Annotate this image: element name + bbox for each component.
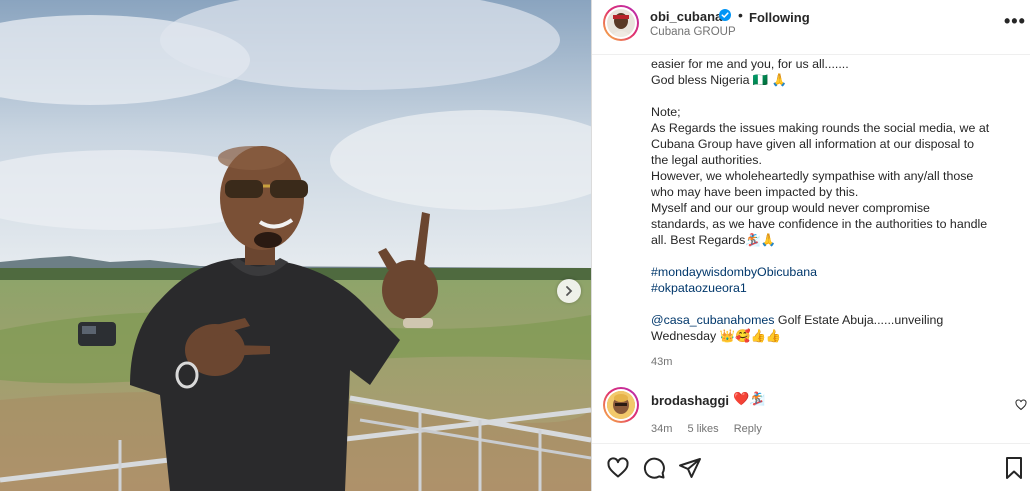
commenter-avatar-image bbox=[607, 391, 635, 419]
caption-line: Wednesday 👑🥰👍👍 bbox=[651, 329, 782, 343]
caption-line bbox=[651, 248, 1021, 264]
caption-line: the legal authorities. bbox=[651, 153, 762, 167]
post-caption: easier for me and you, for us all.......… bbox=[651, 56, 1021, 344]
more-options-icon[interactable]: ••• bbox=[1004, 11, 1026, 32]
post-timestamp[interactable]: 43m bbox=[651, 356, 672, 368]
comment-timestamp[interactable]: 34m bbox=[651, 423, 672, 435]
bookmark-icon[interactable] bbox=[1003, 456, 1025, 480]
chevron-right-icon bbox=[566, 286, 573, 296]
caption-line: However, we wholeheartedly sympathise wi… bbox=[651, 169, 974, 183]
post-actions-bar bbox=[592, 443, 1030, 491]
header-separator: • bbox=[738, 7, 743, 23]
caption-line: Note; bbox=[651, 105, 681, 119]
caption-line: easier for me and you, for us all....... bbox=[651, 57, 849, 71]
comment-text: ❤️🏂 bbox=[733, 391, 766, 406]
heart-icon[interactable] bbox=[606, 456, 630, 480]
caption-line: As Regards the issues making rounds the … bbox=[651, 121, 990, 135]
commenter-avatar[interactable] bbox=[603, 387, 639, 423]
author-subtitle[interactable]: Cubana GROUP bbox=[650, 26, 736, 38]
caption-line: God bless Nigeria 🇳🇬 🙏 bbox=[651, 73, 788, 87]
caption-line: Cubana Group have given all information … bbox=[651, 137, 975, 151]
comment-icon[interactable] bbox=[642, 456, 666, 480]
post-photo[interactable] bbox=[0, 0, 591, 491]
author-username[interactable]: obi_cubana bbox=[650, 9, 722, 24]
caption-line bbox=[651, 88, 1021, 104]
author-avatar[interactable] bbox=[603, 5, 639, 41]
hashtag-link[interactable]: #okpataozueora1 bbox=[651, 281, 747, 295]
caption-line: standards, as we have confidence in the … bbox=[651, 217, 988, 231]
post-side-panel: obi_cubana • Following Cubana GROUP ••• … bbox=[591, 0, 1030, 491]
post-header: obi_cubana • Following Cubana GROUP ••• bbox=[592, 0, 1030, 55]
following-button[interactable]: Following bbox=[749, 10, 810, 25]
verified-badge-icon bbox=[719, 9, 731, 21]
caption-text: Golf Estate Abuja......unveiling bbox=[774, 313, 944, 327]
comment-meta: 34m 5 likes Reply bbox=[651, 423, 774, 435]
caption-line: who may have been impacted by this. bbox=[651, 185, 859, 199]
commenter-username[interactable]: brodashaggi bbox=[651, 393, 729, 408]
post-photo-image bbox=[0, 0, 591, 491]
caption-line: Myself and our our group would never com… bbox=[651, 201, 930, 215]
comment-heart-icon[interactable] bbox=[1015, 399, 1027, 411]
caption-line: all. Best Regards🏂🙏 bbox=[651, 233, 777, 247]
comment-likes[interactable]: 5 likes bbox=[687, 423, 718, 435]
comment-item: brodashaggi ❤️🏂 34m 5 likes Reply bbox=[592, 383, 1030, 443]
reply-button[interactable]: Reply bbox=[734, 423, 762, 435]
hashtag-link[interactable]: #mondaywisdombyObicubana bbox=[651, 265, 817, 279]
mention-link[interactable]: @casa_cubanahomes bbox=[651, 313, 774, 327]
share-icon[interactable] bbox=[678, 456, 702, 480]
author-avatar-image bbox=[607, 9, 635, 37]
next-image-button[interactable] bbox=[557, 279, 581, 303]
